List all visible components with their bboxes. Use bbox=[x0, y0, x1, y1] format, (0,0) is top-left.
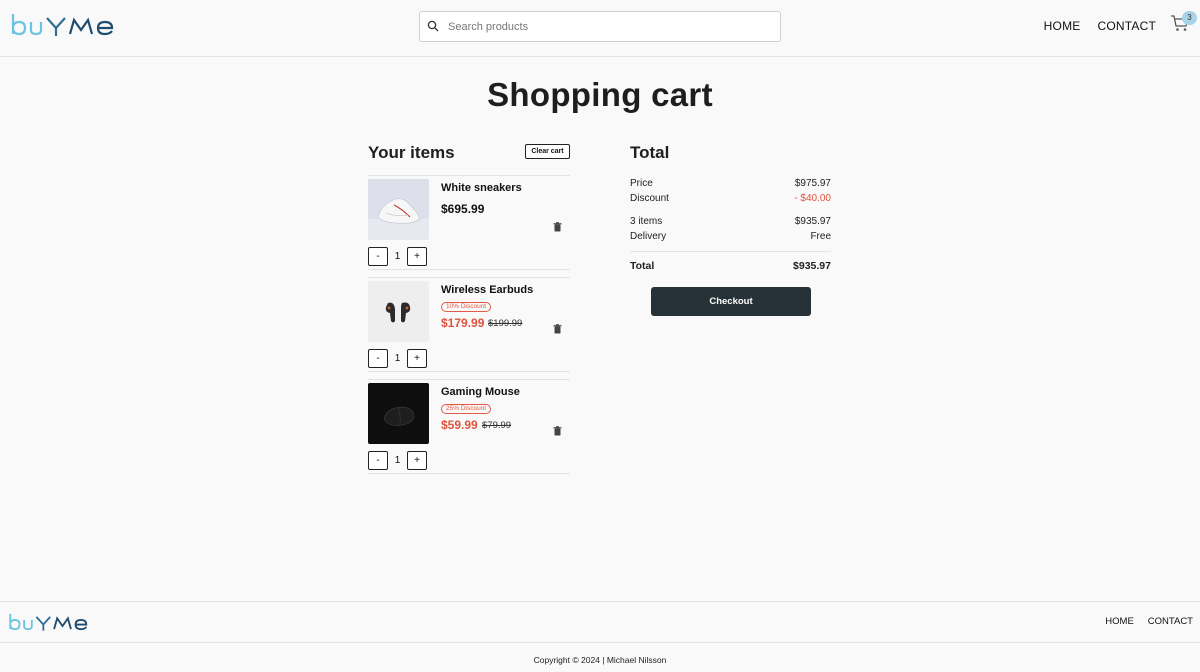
item-sale-price: $59.99 bbox=[441, 418, 478, 432]
footer: HOME CONTACT Copyright © 2024 | Michael … bbox=[0, 601, 1200, 672]
item-original-price: $199.99 bbox=[488, 318, 523, 329]
trash-icon bbox=[553, 426, 562, 436]
summary-heading: Total bbox=[630, 143, 670, 162]
search-icon bbox=[427, 20, 441, 34]
trash-icon bbox=[553, 324, 562, 334]
sneaker-image bbox=[368, 179, 429, 240]
checkout-button[interactable]: Checkout bbox=[651, 287, 811, 316]
item-divider bbox=[368, 379, 570, 380]
footer-divider bbox=[0, 642, 1200, 643]
price-value: $975.97 bbox=[794, 178, 831, 189]
cart-item: Gaming Mouse 25% Discount $59.99 $79.99 … bbox=[368, 379, 570, 478]
summary-row-total: Total $935.97 bbox=[630, 260, 831, 272]
discount-badge: 10% Discount bbox=[441, 302, 492, 312]
item-divider bbox=[368, 473, 570, 474]
cart-item: Wireless Earbuds 10% Discount $179.99 $1… bbox=[368, 277, 570, 376]
trash-icon bbox=[553, 222, 562, 232]
item-sale-price: $179.99 bbox=[441, 316, 485, 330]
remove-item-button[interactable] bbox=[553, 219, 562, 232]
top-navbar: HOME CONTACT 3 bbox=[0, 0, 1200, 57]
footer-nav: HOME CONTACT bbox=[1105, 616, 1193, 627]
footer-home-link[interactable]: HOME bbox=[1105, 616, 1134, 627]
mouse-image bbox=[368, 383, 429, 444]
item-original-price: $79.99 bbox=[482, 420, 512, 431]
qty-value: 1 bbox=[394, 353, 401, 364]
page-title: Shopping cart bbox=[487, 76, 713, 113]
total-value: $935.97 bbox=[793, 260, 831, 272]
item-name: Wireless Earbuds bbox=[441, 284, 534, 296]
decrease-qty-button[interactable]: - bbox=[368, 451, 388, 470]
discount-label: Discount bbox=[630, 193, 669, 204]
summary-row-delivery: Delivery Free bbox=[630, 231, 831, 242]
increase-qty-button[interactable]: + bbox=[407, 349, 427, 368]
footer-brand-logo[interactable] bbox=[8, 612, 94, 634]
discount-badge: 25% Discount bbox=[441, 404, 492, 414]
cart-count-badge: 3 bbox=[1182, 11, 1197, 25]
price-label: Price bbox=[630, 178, 653, 189]
items-heading: Your items bbox=[368, 143, 455, 162]
summary-row-price: Price $975.97 bbox=[630, 178, 831, 189]
item-name: Gaming Mouse bbox=[441, 386, 520, 398]
item-name: White sneakers bbox=[441, 182, 522, 194]
remove-item-button[interactable] bbox=[553, 423, 562, 436]
buyme-logo-icon bbox=[9, 613, 88, 631]
item-divider bbox=[368, 269, 570, 270]
quantity-stepper: - 1 + bbox=[368, 349, 427, 368]
increase-qty-button[interactable]: + bbox=[407, 451, 427, 470]
summary-row-discount: Discount - $40.00 bbox=[630, 193, 831, 204]
earbuds-image bbox=[368, 281, 429, 342]
discount-value: - $40.00 bbox=[794, 193, 831, 204]
search-input[interactable] bbox=[448, 20, 768, 33]
buyme-logo-icon bbox=[11, 14, 114, 36]
item-divider bbox=[368, 175, 570, 176]
remove-item-button[interactable] bbox=[553, 321, 562, 334]
quantity-stepper: - 1 + bbox=[368, 247, 427, 266]
increase-qty-button[interactable]: + bbox=[407, 247, 427, 266]
item-divider bbox=[368, 277, 570, 278]
nav-home-link[interactable]: HOME bbox=[1044, 19, 1081, 33]
item-price: $695.99 bbox=[441, 202, 485, 216]
copyright-text: Copyright © 2024 | Michael Nilsson bbox=[533, 655, 667, 665]
footer-contact-link[interactable]: CONTACT bbox=[1148, 616, 1193, 627]
search-bar[interactable] bbox=[419, 11, 781, 42]
qty-value: 1 bbox=[394, 455, 401, 466]
delivery-value: Free bbox=[810, 231, 831, 242]
total-label: Total bbox=[630, 260, 655, 272]
brand-logo[interactable] bbox=[10, 12, 122, 40]
items-subtotal-value: $935.97 bbox=[794, 216, 831, 227]
items-count-label: 3 items bbox=[630, 216, 663, 227]
decrease-qty-button[interactable]: - bbox=[368, 349, 388, 368]
main-nav: HOME CONTACT bbox=[1044, 19, 1156, 33]
summary-row-items: 3 items $935.97 bbox=[630, 216, 831, 227]
qty-value: 1 bbox=[394, 251, 401, 262]
clear-cart-button[interactable]: Clear cart bbox=[525, 144, 570, 159]
decrease-qty-button[interactable]: - bbox=[368, 247, 388, 266]
quantity-stepper: - 1 + bbox=[368, 451, 427, 470]
delivery-label: Delivery bbox=[630, 231, 667, 242]
summary-divider bbox=[630, 251, 831, 252]
cart-item: White sneakers $695.99 - 1 + bbox=[368, 175, 570, 274]
nav-contact-link[interactable]: CONTACT bbox=[1097, 19, 1156, 33]
item-divider bbox=[368, 371, 570, 372]
